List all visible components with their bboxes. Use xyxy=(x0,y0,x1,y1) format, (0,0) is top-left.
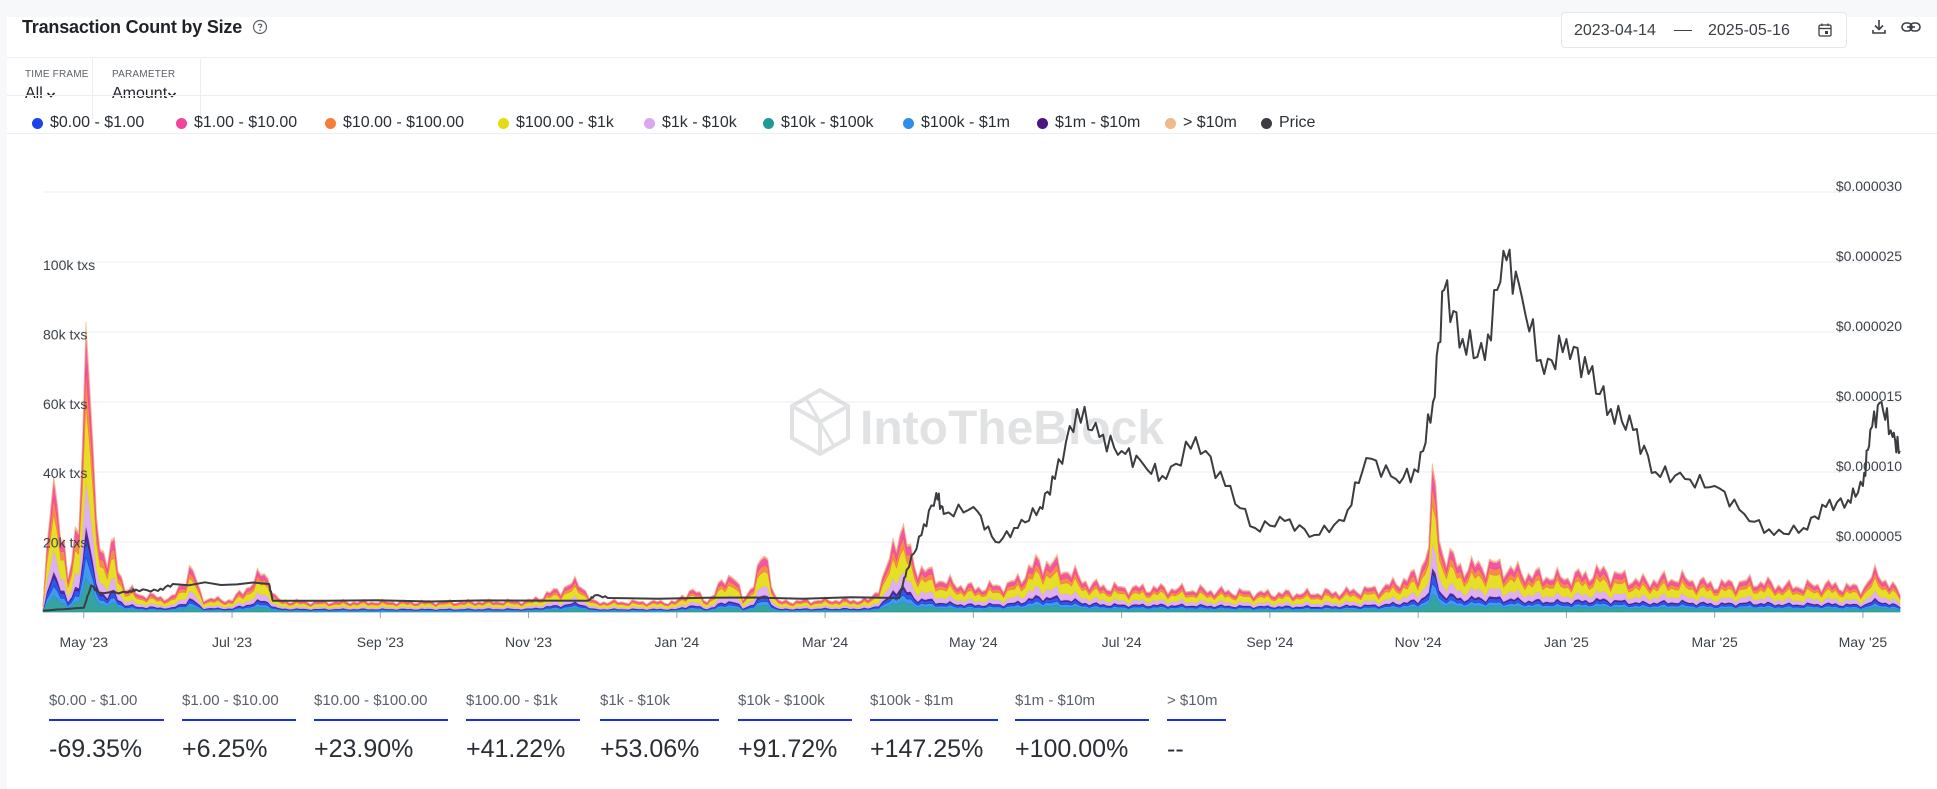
stat-underline xyxy=(49,719,164,721)
left-tick-label: 20k txs xyxy=(43,535,87,551)
left-tick-label: 40k txs xyxy=(43,465,87,481)
x-tick-label: May '23 xyxy=(59,634,108,650)
x-tick-label: Jan '24 xyxy=(654,634,699,650)
right-tick-label: $0.000005 xyxy=(1836,528,1902,544)
stat-underline xyxy=(870,719,998,721)
left-tick-label: 60k txs xyxy=(43,396,87,412)
x-tick-label: Mar '25 xyxy=(1692,634,1738,650)
stat-underline xyxy=(1167,719,1226,721)
transaction-count-chart[interactable]: IntoTheBlock 20k txs 40k txs 60k txs 80k tx… xyxy=(0,0,1937,789)
stacked-areas xyxy=(42,321,1901,613)
stat-label: $100.00 - $1k xyxy=(466,692,558,709)
stat-value: +91.72% xyxy=(738,735,838,763)
stat-underline xyxy=(466,719,580,721)
x-tick-label: Sep '24 xyxy=(1246,634,1293,650)
stat-label: $0.00 - $1.00 xyxy=(49,692,138,709)
right-tick-label: $0.000030 xyxy=(1836,178,1902,194)
stat-label: $1.00 - $10.00 xyxy=(182,692,279,709)
left-tick-label: 100k txs xyxy=(43,257,95,273)
stat-value: +23.90% xyxy=(314,735,414,763)
stat-label: $100k - $1m xyxy=(870,692,954,709)
right-axis: $0.000005 $0.000010 $0.000015 $0.000020 $0.0… xyxy=(1836,178,1902,544)
left-tick-label: 80k txs xyxy=(43,326,87,342)
right-tick-label: $0.000010 xyxy=(1836,458,1902,474)
stat-value: +41.22% xyxy=(466,735,566,763)
stat-label: $1k - $10k xyxy=(600,692,671,709)
x-tick-label: May '24 xyxy=(949,634,998,650)
x-axis: May '23 Jul '23 Sep '23 Nov '23 Jan '24 Mar '… xyxy=(59,612,1887,650)
x-tick-label: Jul '23 xyxy=(212,634,252,650)
stat-underline xyxy=(738,719,852,721)
x-tick-label: Mar '24 xyxy=(802,634,848,650)
stat-label: $1m - $10m xyxy=(1015,692,1096,709)
watermark-text: IntoTheBlock xyxy=(860,402,1164,455)
stat-underline xyxy=(1015,719,1149,721)
x-tick-label: Nov '24 xyxy=(1395,634,1442,650)
stat-value: +147.25% xyxy=(870,735,984,763)
stat-value: +6.25% xyxy=(182,735,268,763)
x-tick-label: Jul '24 xyxy=(1102,634,1142,650)
stat-label: $10.00 - $100.00 xyxy=(314,692,428,709)
x-tick-label: Sep '23 xyxy=(357,634,404,650)
area-series xyxy=(42,321,1901,606)
stat-underline xyxy=(182,719,296,721)
area-series xyxy=(42,330,1901,607)
watermark-logo-icon xyxy=(790,387,850,457)
stat-value: -69.35% xyxy=(49,735,143,763)
stat-underline xyxy=(600,719,719,721)
right-tick-label: $0.000015 xyxy=(1836,388,1902,404)
stat-value: +100.00% xyxy=(1015,735,1129,763)
stat-value: +53.06% xyxy=(600,735,700,763)
stat-label: > $10m xyxy=(1167,692,1218,709)
x-tick-label: May '25 xyxy=(1839,634,1888,650)
stat-label: $10k - $100k xyxy=(738,692,825,709)
x-tick-label: Jan '25 xyxy=(1544,634,1589,650)
x-tick-label: Nov '23 xyxy=(505,634,552,650)
stat-underline xyxy=(314,719,448,721)
right-tick-label: $0.000020 xyxy=(1836,318,1902,334)
right-tick-label: $0.000025 xyxy=(1836,248,1902,264)
stat-value: -- xyxy=(1167,735,1184,763)
